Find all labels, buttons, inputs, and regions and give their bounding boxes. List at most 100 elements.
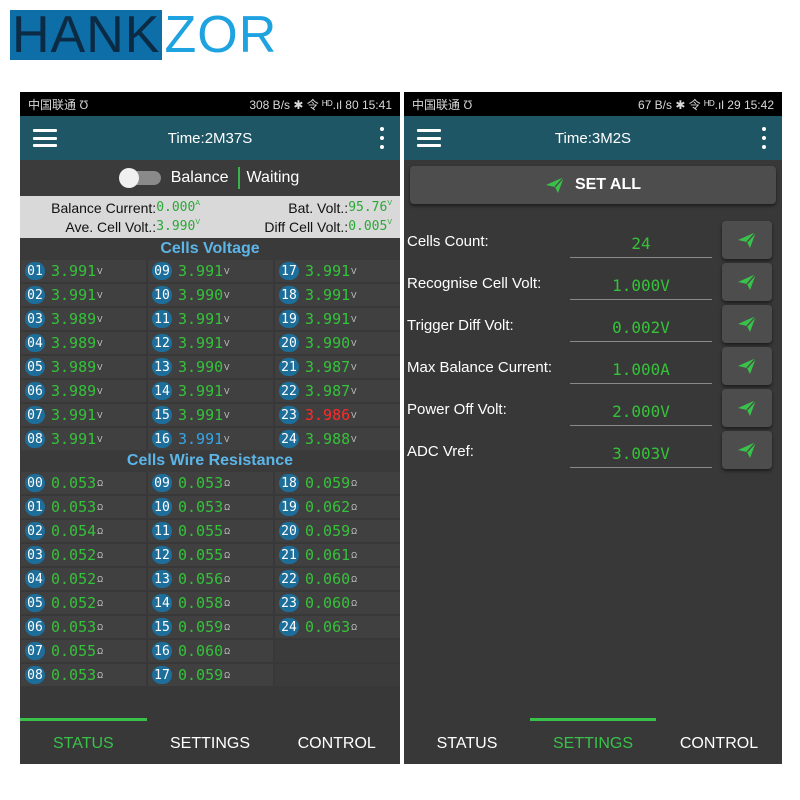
send-plane-icon <box>738 357 757 374</box>
send-setting-button[interactable] <box>722 221 772 259</box>
cell-number-badge: 02 <box>25 522 45 540</box>
setting-value-input[interactable]: 3.003V <box>570 434 712 468</box>
setting-label: Trigger Diff Volt: <box>407 316 514 334</box>
more-vert-icon[interactable] <box>380 127 384 149</box>
tab-control[interactable]: CONTROL <box>273 724 400 764</box>
setting-row: Trigger Diff Volt: 0.002V <box>404 304 782 346</box>
cell-number-badge: 13 <box>152 570 172 588</box>
cell-number-badge: 03 <box>25 546 45 564</box>
cell-number-badge: 12 <box>152 334 172 352</box>
unit-label: V <box>224 266 230 276</box>
unit-label: V <box>224 362 230 372</box>
unit-label: Ω <box>224 526 231 536</box>
cell-voltage-item: 17 3.991 V <box>275 260 400 282</box>
unit-label: Ω <box>97 550 104 560</box>
wire-resistance-value: 0.060 <box>305 594 351 612</box>
cell-number-badge: 15 <box>152 406 172 424</box>
tab-status[interactable]: STATUS <box>404 724 530 764</box>
cell-voltage-value: 3.991 <box>178 382 224 400</box>
menu-icon[interactable] <box>33 129 57 147</box>
unit-label: V <box>224 410 230 420</box>
wire-resistance-value: 0.052 <box>51 546 97 564</box>
cell-voltage-value: 3.991 <box>178 262 224 280</box>
cell-voltage-item: 14 3.991 V <box>148 380 273 402</box>
setting-row: Recognise Cell Volt: 1.000V <box>404 262 782 304</box>
setting-value-input[interactable]: 24 <box>570 224 712 258</box>
setting-value-input[interactable]: 1.000V <box>570 266 712 300</box>
wire-resistance-item: 02 0.054 Ω <box>21 520 146 542</box>
wire-resistance-item: 00 0.053 Ω <box>21 472 146 494</box>
unit-label: Ω <box>224 646 231 656</box>
cell-voltage-item: 08 3.991 V <box>21 428 146 450</box>
cell-voltage-value: 3.988 <box>305 430 351 448</box>
cell-voltage-item: 20 3.990 V <box>275 332 400 354</box>
cell-voltage-value: 3.990 <box>305 334 351 352</box>
setting-value-input[interactable]: 2.000V <box>570 392 712 426</box>
cell-voltage-item: 11 3.991 V <box>148 308 273 330</box>
cell-number-badge: 12 <box>152 546 172 564</box>
cell-number-badge: 00 <box>25 474 45 492</box>
cell-voltage-item: 05 3.989 V <box>21 356 146 378</box>
set-all-button[interactable]: SET ALL <box>410 166 776 204</box>
wire-resistance-value: 0.056 <box>178 570 224 588</box>
unit-label: V <box>195 218 200 226</box>
setting-label: Cells Count: <box>407 232 489 250</box>
cell-number-badge: 20 <box>279 522 299 540</box>
settings-screen: 中国联通 Ʊ 67 B/s ✱ 令 ᴴᴰ.ıl 29 15:42 Time:3M… <box>404 92 782 764</box>
cell-voltage-item: 24 3.988 V <box>275 428 400 450</box>
balance-label: Balance <box>170 169 229 186</box>
unit-label: Ω <box>351 502 358 512</box>
cell-number-badge: 24 <box>279 430 299 448</box>
unit-label: Ω <box>351 622 358 632</box>
cell-voltage-value: 3.991 <box>178 430 224 448</box>
wire-resistance-value: 0.060 <box>178 642 224 660</box>
brand-logo-part2: ZOR <box>164 6 278 64</box>
setting-row: Power Off Volt: 2.000V <box>404 388 782 430</box>
menu-icon[interactable] <box>417 129 441 147</box>
cell-voltage-item: 10 3.990 V <box>148 284 273 306</box>
wire-resistance-item: 09 0.053 Ω <box>148 472 273 494</box>
cell-voltage-item: 07 3.991 V <box>21 404 146 426</box>
send-setting-button[interactable] <box>722 431 772 469</box>
cell-voltage-item: 09 3.991 V <box>148 260 273 282</box>
unit-label: V <box>97 410 103 420</box>
send-setting-button[interactable] <box>722 263 772 301</box>
cell-voltage-item: 13 3.990 V <box>148 356 273 378</box>
summary-panel: Balance Current: 0.000 A Bat. Volt.: 95.76 V… <box>20 196 400 238</box>
send-setting-button[interactable] <box>722 389 772 427</box>
send-setting-button[interactable] <box>722 347 772 385</box>
cell-number-badge: 10 <box>152 498 172 516</box>
unit-label: V <box>97 362 103 372</box>
more-vert-icon[interactable] <box>762 127 766 149</box>
wire-resistance-item: 11 0.055 Ω <box>148 520 273 542</box>
send-plane-icon <box>738 315 757 332</box>
setting-value-input[interactable]: 0.002V <box>570 308 712 342</box>
wire-resistance-value: 0.062 <box>305 498 351 516</box>
unit-label: V <box>351 434 357 444</box>
wire-resistance-item: 14 0.058 Ω <box>148 592 273 614</box>
unit-label: V <box>224 338 230 348</box>
carrier-label: 中国联通 Ʊ <box>412 97 473 112</box>
unit-label: Ω <box>351 478 358 488</box>
tab-settings[interactable]: SETTINGS <box>147 724 274 764</box>
tab-control[interactable]: CONTROL <box>656 724 782 764</box>
setting-label: Max Balance Current: <box>407 358 553 376</box>
tab-status[interactable]: STATUS <box>20 718 147 764</box>
tab-settings[interactable]: SETTINGS <box>530 718 656 764</box>
cell-number-badge: 20 <box>279 334 299 352</box>
wire-resistance-value: 0.059 <box>178 618 224 636</box>
send-setting-button[interactable] <box>722 305 772 343</box>
unit-label: V <box>224 386 230 396</box>
balance-toggle[interactable] <box>118 168 161 188</box>
wire-resistance-value: 0.053 <box>51 474 97 492</box>
setting-value-input[interactable]: 1.000A <box>570 350 712 384</box>
cell-voltage-value: 3.991 <box>178 310 224 328</box>
wire-resistance-item: 03 0.052 Ω <box>21 544 146 566</box>
wire-resistance-heading: Cells Wire Resistance <box>20 450 400 472</box>
cell-number-badge: 13 <box>152 358 172 376</box>
wire-resistance-item: 16 0.060 Ω <box>148 640 273 662</box>
wire-resistance-value: 0.060 <box>305 570 351 588</box>
unit-label: A <box>195 199 200 207</box>
cell-number-badge: 11 <box>152 310 172 328</box>
cell-voltage-item: 18 3.991 V <box>275 284 400 306</box>
